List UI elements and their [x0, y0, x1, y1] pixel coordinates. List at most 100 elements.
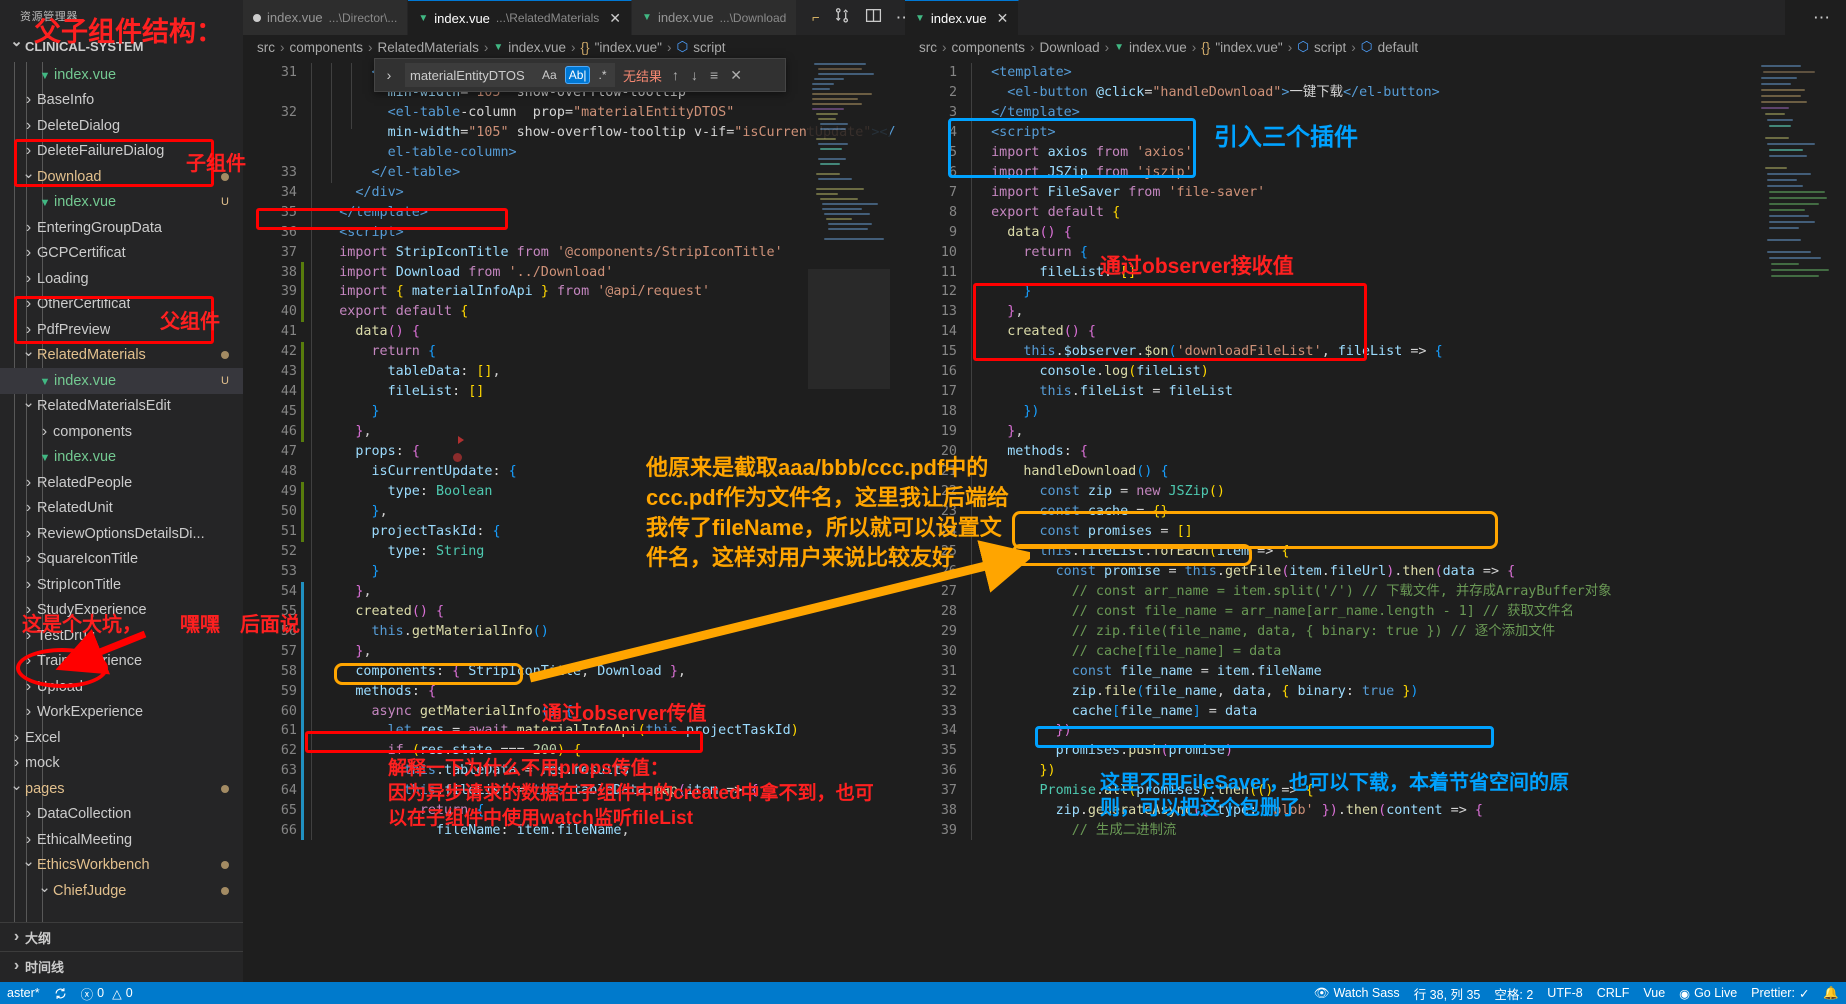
- tree-item-relatedunit[interactable]: RelatedUnit: [0, 496, 243, 522]
- tree-item-gcpcertificat[interactable]: GCPCertificat: [0, 241, 243, 267]
- file-tree[interactable]: index.vue BaseInfo DeleteDialog DeleteFailu…: [0, 62, 243, 922]
- tree-item-excel[interactable]: Excel: [0, 725, 243, 751]
- tree-item-squareicontitle[interactable]: SquareIconTitle: [0, 547, 243, 573]
- editor-tab[interactable]: index.vue ...\Director\...: [243, 0, 409, 35]
- tree-item-baseinfo[interactable]: BaseInfo: [0, 88, 243, 114]
- timeline-panel-header[interactable]: 时间线: [0, 951, 243, 980]
- breadcrumb-item[interactable]: Download: [1040, 40, 1100, 55]
- breadcrumb-item[interactable]: index.vue: [508, 40, 566, 55]
- regex-toggle[interactable]: .*: [595, 67, 609, 83]
- breadcrumb-item[interactable]: src: [919, 40, 937, 55]
- breadcrumb-item[interactable]: src: [257, 40, 275, 55]
- tree-item-reviewoptionsdetailsdi[interactable]: ReviewOptionsDetailsDi...: [0, 521, 243, 547]
- tree-item-datacollection[interactable]: DataCollection: [0, 802, 243, 828]
- breadcrumb-item[interactable]: components: [290, 40, 364, 55]
- breadcrumb-item[interactable]: "index.vue": [595, 40, 662, 55]
- tree-item-relatedmaterialsedit[interactable]: RelatedMaterialsEdit: [0, 394, 243, 420]
- editor-tab[interactable]: ▼ index.vue ...\Download: [632, 0, 798, 35]
- split-editor-icon[interactable]: [865, 7, 882, 29]
- close-icon[interactable]: ✕: [609, 10, 621, 27]
- workspace-root-row[interactable]: CLINICAL-SYSTEM: [0, 35, 243, 59]
- tree-item-download[interactable]: Download: [0, 164, 243, 190]
- find-input-box[interactable]: Aa Ab| .*: [405, 63, 615, 87]
- code-content[interactable]: <template> <el-button @click="handleDown…: [975, 63, 1611, 840]
- chevron-right-icon: [8, 729, 25, 747]
- breadcrumb-item[interactable]: "index.vue": [1215, 40, 1282, 55]
- eye-icon: 👁: [1313, 985, 1330, 1000]
- tree-item-testdrug[interactable]: TestDrug: [0, 623, 243, 649]
- tree-item-components[interactable]: components: [0, 419, 243, 445]
- tree-item-workexperience[interactable]: WorkExperience: [0, 700, 243, 726]
- right-editor[interactable]: 1 2 3 4 5 6 7 8 9 10 11 12 13 14 15 16 17 18 19 20 21 22 23 24 2…: [905, 59, 1846, 840]
- more-actions-icon[interactable]: ⋯: [1813, 9, 1830, 26]
- right-editor-tabbar[interactable]: ▼ index.vue ✕: [905, 0, 1785, 35]
- tree-item-index-vue[interactable]: index.vue: [0, 445, 243, 471]
- whole-word-toggle[interactable]: Ab|: [564, 66, 591, 84]
- left-breadcrumb[interactable]: src › components › RelatedMaterials › ▼ index.v…: [243, 35, 905, 59]
- tree-item-ethicalmeeting[interactable]: EthicalMeeting: [0, 827, 243, 853]
- editor-tab[interactable]: ▼ index.vue ...\RelatedMaterials ✕: [408, 0, 633, 35]
- match-case-toggle[interactable]: Aa: [539, 67, 560, 83]
- tree-item-othercertificat[interactable]: OtherCertificat: [0, 292, 243, 318]
- split-down-icon[interactable]: ⌐: [812, 10, 820, 25]
- tree-item-trainexperience[interactable]: TrainExperience: [0, 649, 243, 675]
- tree-item-deletedialog[interactable]: DeleteDialog: [0, 113, 243, 139]
- status-language-mode[interactable]: Vue: [1636, 982, 1672, 1004]
- tree-item-index-vue[interactable]: index.vue U: [0, 368, 243, 394]
- find-input[interactable]: [410, 67, 534, 83]
- chevron-right-icon: [20, 142, 37, 160]
- status-cursor-position[interactable]: 行 38, 列 35: [1407, 982, 1488, 1004]
- outline-panel-header[interactable]: 大纲: [0, 922, 243, 951]
- tree-item-label: RelatedMaterials: [37, 347, 146, 364]
- status-go-live[interactable]: ◉ Go Live: [1672, 982, 1744, 1004]
- tree-item-relatedmaterials[interactable]: RelatedMaterials: [0, 343, 243, 369]
- tree-item-chiefjudge[interactable]: ChiefJudge: [0, 878, 243, 904]
- left-minimap[interactable]: [808, 59, 890, 840]
- breadcrumb-item[interactable]: index.vue: [1129, 40, 1187, 55]
- status-eol[interactable]: CRLF: [1590, 982, 1637, 1004]
- status-problems[interactable]: ⓧ 0 △ 0: [74, 982, 140, 1004]
- tree-item-ethicsworkbench[interactable]: EthicsWorkbench: [0, 853, 243, 879]
- right-breadcrumb[interactable]: src › components › Download › ▼ index.vue ›{} "in…: [905, 35, 1846, 59]
- tree-item-upload[interactable]: Upload: [0, 674, 243, 700]
- status-notifications[interactable]: 🔔: [1816, 982, 1846, 1004]
- tree-item-pages[interactable]: pages: [0, 776, 243, 802]
- breadcrumb-item[interactable]: components: [952, 40, 1026, 55]
- status-prettier[interactable]: Prettier: ✓: [1744, 982, 1816, 1004]
- status-indentation[interactable]: 空格: 2: [1487, 982, 1540, 1004]
- tree-item-label: DeleteFailureDialog: [37, 143, 165, 160]
- tree-item-loading[interactable]: Loading: [0, 266, 243, 292]
- tree-item-pdfpreview[interactable]: PdfPreview: [0, 317, 243, 343]
- source-control-icon[interactable]: [834, 7, 851, 29]
- right-editor-actions[interactable]: ⋯: [1801, 0, 1842, 35]
- find-in-selection-icon[interactable]: ≡: [708, 67, 720, 83]
- breadcrumb-item[interactable]: RelatedMaterials: [378, 40, 479, 55]
- status-bar[interactable]: aster* ⓧ 0 △ 0 👁 Watch Sass 行 38, 列 35 空…: [0, 982, 1846, 1004]
- status-encoding[interactable]: UTF-8: [1540, 982, 1589, 1004]
- status-sync[interactable]: [47, 982, 74, 1004]
- tree-item-index-vue[interactable]: index.vue: [0, 62, 243, 88]
- chevron-right-icon[interactable]: ›: [381, 67, 397, 83]
- left-editor[interactable]: 31 32 33 34 35 36 37 38 39 40 41 42 43 44 45 46 47 48 49…: [243, 59, 905, 840]
- tree-item-stripicontitle[interactable]: StripIconTitle: [0, 572, 243, 598]
- editor-tab[interactable]: ▼ index.vue ✕: [905, 0, 1020, 35]
- right-minimap[interactable]: [1755, 59, 1829, 840]
- tree-item-studyexperience[interactable]: StudyExperience: [0, 598, 243, 624]
- breadcrumb-item[interactable]: script: [1314, 40, 1346, 55]
- find-close-icon[interactable]: ✕: [728, 67, 744, 84]
- close-icon[interactable]: ✕: [997, 10, 1009, 27]
- status-branch[interactable]: aster*: [0, 982, 47, 1004]
- chevron-down-icon: [20, 397, 37, 415]
- vue-file-icon: ▼: [418, 12, 429, 24]
- tree-item-mock[interactable]: mock: [0, 751, 243, 777]
- find-widget[interactable]: › Aa Ab| .* 无结果 ↑ ↓ ≡ ✕: [374, 58, 786, 92]
- tree-item-index-vue[interactable]: index.vue U: [0, 190, 243, 216]
- breadcrumb-item[interactable]: default: [1378, 40, 1419, 55]
- find-next-icon[interactable]: ↓: [689, 67, 700, 83]
- tree-item-deletefailuredialog[interactable]: DeleteFailureDialog: [0, 139, 243, 165]
- breadcrumb-item[interactable]: script: [693, 40, 725, 55]
- tree-item-enteringgroupdata[interactable]: EnteringGroupData: [0, 215, 243, 241]
- tree-item-relatedpeople[interactable]: RelatedPeople: [0, 470, 243, 496]
- find-previous-icon[interactable]: ↑: [670, 67, 681, 83]
- status-watch-sass[interactable]: 👁 Watch Sass: [1307, 982, 1407, 1004]
